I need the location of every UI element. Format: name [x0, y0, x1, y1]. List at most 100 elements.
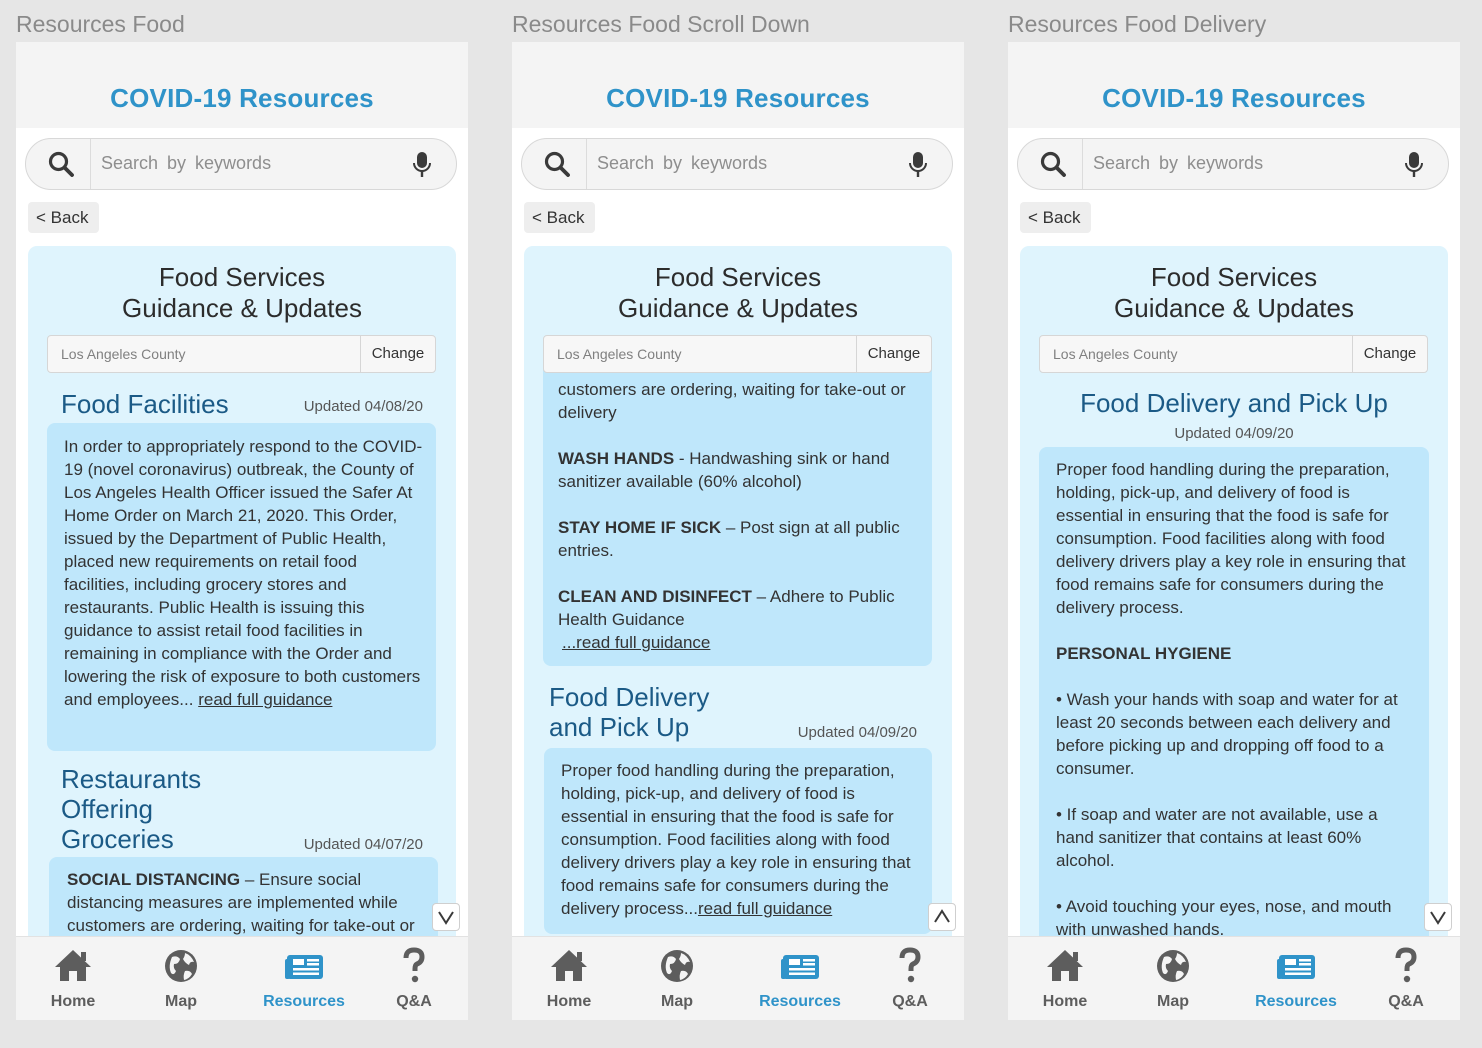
tab-map[interactable]: Map [1143, 947, 1203, 1011]
microphone-icon[interactable] [1404, 151, 1424, 179]
section-title-food-delivery[interactable]: Food Delivery and Pick Up [549, 682, 709, 742]
updated-date: Updated 04/07/20 [303, 836, 423, 853]
section-title-restaurants-offering-groceries[interactable]: Restaurants Offering Groceries [61, 764, 201, 854]
tab-home[interactable]: Home [1036, 947, 1094, 1011]
search-icon[interactable] [48, 151, 74, 177]
app-header: COVID-19 Resources [16, 42, 468, 128]
tab-label: Home [546, 993, 592, 1010]
section-title-food-delivery-and-pick-up: Food Delivery and Pick Up [1080, 388, 1388, 418]
section-text: In order to appropriately respond to the… [64, 437, 423, 709]
search-bar[interactable]: Search by keywords [1017, 138, 1449, 190]
tab-home[interactable]: Home [540, 947, 598, 1011]
card-title-line2: Guidance & Updates [1114, 293, 1354, 323]
updated-date: Updated 04/09/20 [1174, 425, 1294, 442]
phone-screen-resources-food: COVID-19 Resources Search by keywords < … [16, 42, 468, 1020]
food-delivery-content: Proper food handling during the preparat… [544, 748, 932, 934]
tab-qa[interactable]: Q&A [1382, 947, 1430, 1011]
app-title: COVID-19 Resources [110, 83, 374, 113]
card-title-line1: Food Services [158, 262, 326, 292]
back-button[interactable]: < Back [1020, 202, 1092, 233]
question-icon [403, 947, 425, 983]
back-button[interactable]: < Back [524, 202, 596, 233]
read-full-guidance-link[interactable]: read full guidance [698, 899, 832, 918]
section-text: customers are ordering, waiting for take… [558, 380, 906, 422]
question-icon [1395, 947, 1417, 983]
tab-resources[interactable]: Resources [260, 947, 348, 1011]
tab-resources[interactable]: Resources [1252, 947, 1340, 1011]
restaurants-content-continued: customers are ordering, waiting for take… [543, 356, 932, 666]
food-services-card: Food Services Guidance & Updates custome… [524, 246, 952, 986]
tab-home[interactable]: Home [44, 947, 102, 1011]
frame-label: Resources Food [16, 11, 185, 37]
tab-label: Home [1042, 993, 1088, 1010]
back-button[interactable]: < Back [28, 202, 100, 233]
section-title-line: Food Delivery [549, 682, 710, 712]
app-header: COVID-19 Resources [512, 42, 964, 128]
change-county-button[interactable]: Change [361, 345, 435, 362]
scroll-down-button[interactable] [1424, 903, 1452, 931]
card-title-line1: Food Services [1150, 262, 1318, 292]
food-facilities-content: In order to appropriately respond to the… [47, 423, 436, 751]
list-item: • Avoid touching your eyes, nose, and mo… [1056, 897, 1392, 939]
county-selector: Los Angeles County Change [1039, 335, 1428, 373]
read-full-guidance-link[interactable]: ...read full guidance [562, 633, 710, 652]
change-county-button[interactable]: Change [1353, 345, 1427, 362]
search-icon[interactable] [1040, 151, 1066, 177]
scroll-down-button[interactable] [432, 903, 460, 931]
tab-label: Q&A [1388, 993, 1424, 1010]
read-full-guidance-link[interactable]: read full guidance [198, 690, 332, 709]
search-divider [586, 139, 587, 189]
bottom-tab-bar: Home Map Resources Q&A [16, 936, 468, 1020]
search-input[interactable]: Search by keywords [597, 153, 767, 174]
microphone-icon[interactable] [908, 151, 928, 179]
app-title: COVID-19 Resources [606, 83, 870, 113]
food-services-card: Food Services Guidance & Updates Los Ang… [28, 246, 456, 986]
tab-qa[interactable]: Q&A [390, 947, 438, 1011]
section-title-food-facilities[interactable]: Food Facilities [61, 389, 229, 419]
phone-screen-resources-food-delivery: COVID-19 Resources Search by keywords < … [1008, 42, 1460, 1020]
tab-label: Home [50, 993, 96, 1010]
chevron-up-icon [934, 909, 950, 923]
clean-disinfect-heading: CLEAN AND DISINFECT [558, 587, 752, 606]
updated-date: Updated 04/09/20 [797, 724, 917, 741]
card-title-line2: Guidance & Updates [122, 293, 362, 323]
frame-label: Resources Food Scroll Down [512, 11, 810, 37]
phone-screen-resources-food-scroll-down: COVID-19 Resources Search by keywords < … [512, 42, 964, 1020]
home-icon [1047, 950, 1083, 981]
tab-label: Map [165, 993, 197, 1010]
search-bar[interactable]: Search by keywords [521, 138, 953, 190]
globe-icon [1157, 950, 1189, 982]
search-bar[interactable]: Search by keywords [25, 138, 457, 190]
tab-label: Q&A [892, 993, 928, 1010]
tab-map[interactable]: Map [647, 947, 707, 1011]
section-text: Proper food handling during the preparat… [1056, 460, 1406, 617]
search-input[interactable]: Search by keywords [1093, 153, 1263, 174]
search-input[interactable]: Search by keywords [101, 153, 271, 174]
tab-qa[interactable]: Q&A [886, 947, 934, 1011]
newspaper-icon [781, 955, 819, 979]
tab-label: Map [661, 993, 693, 1010]
list-item: • If soap and water are not available, u… [1056, 805, 1378, 870]
card-title: Food Services Guidance & Updates [1020, 262, 1448, 324]
newspaper-icon [1277, 955, 1315, 979]
card-title-line1: Food Services [654, 262, 822, 292]
microphone-icon[interactable] [412, 151, 432, 179]
chevron-down-icon [438, 911, 454, 925]
tab-resources[interactable]: Resources [756, 947, 844, 1011]
county-name: Los Angeles County [1053, 346, 1178, 362]
globe-icon [661, 950, 693, 982]
stay-home-heading: STAY HOME IF SICK [558, 518, 722, 537]
search-icon[interactable] [544, 151, 570, 177]
change-county-button[interactable]: Change [857, 345, 931, 362]
section-title-line: Groceries [61, 824, 174, 854]
app-title: COVID-19 Resources [1102, 83, 1366, 113]
updated-date: Updated 04/08/20 [303, 398, 423, 415]
tab-map[interactable]: Map [151, 947, 211, 1011]
bottom-tab-bar: Home Map Resources Q&A [512, 936, 964, 1020]
tab-label: Resources [263, 993, 345, 1010]
question-icon [899, 947, 921, 983]
scroll-up-button[interactable] [928, 903, 956, 931]
search-divider [1082, 139, 1083, 189]
county-selector: Los Angeles County Change [47, 335, 436, 373]
tab-label: Resources [1255, 993, 1337, 1010]
